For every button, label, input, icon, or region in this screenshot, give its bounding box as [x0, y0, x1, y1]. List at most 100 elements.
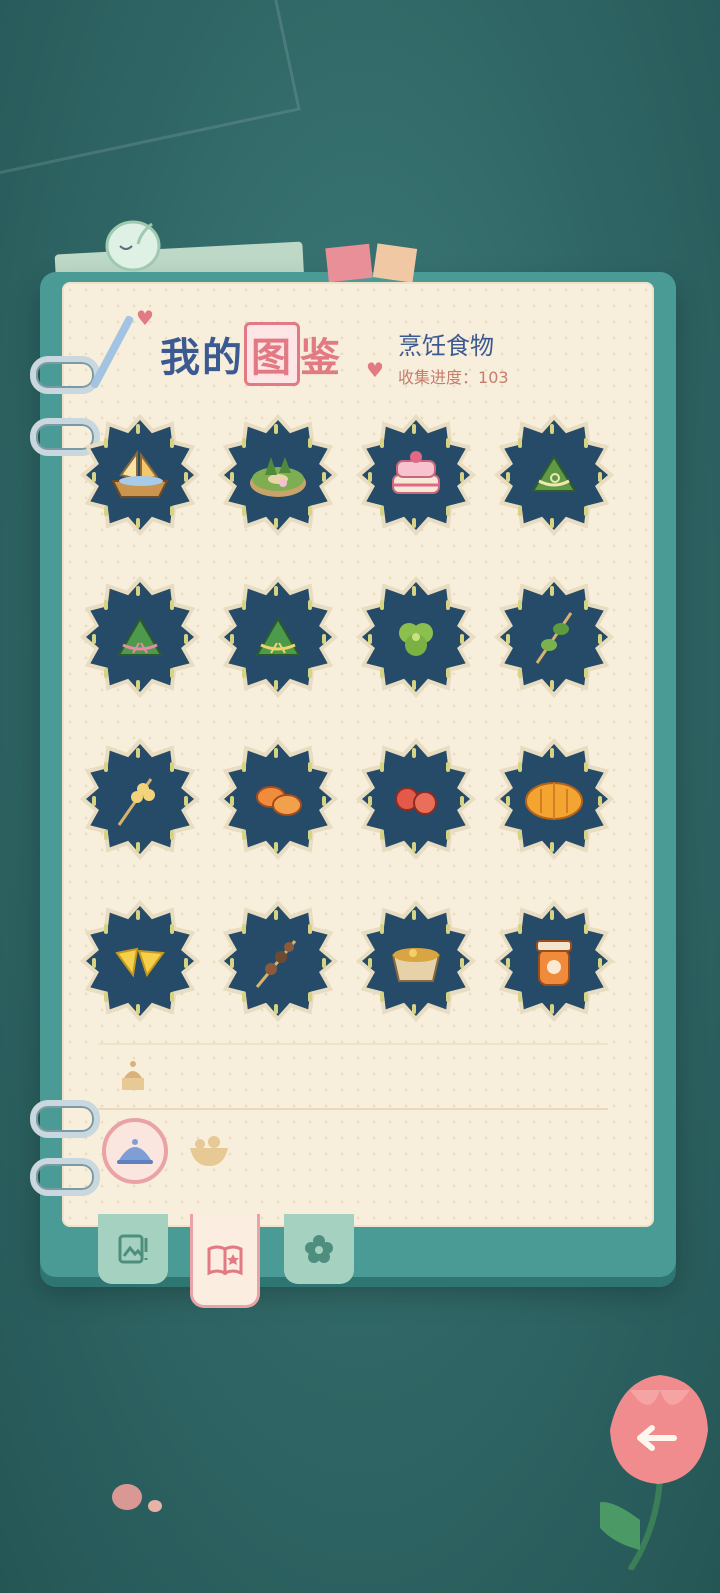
badge-tick-decoration [550, 748, 554, 758]
zongzi-pink-ribbon-icon [117, 617, 163, 656]
badge-tick-decoration [136, 910, 140, 920]
badge-tick-decoration [506, 634, 510, 644]
badge-tick-decoration [368, 958, 372, 968]
badge-tick-decoration [460, 958, 464, 968]
badge-tick-decoration [446, 830, 450, 840]
badge-tick-decoration [584, 668, 588, 678]
badge-tick-decoration [550, 910, 554, 920]
collection-item[interactable] [218, 414, 338, 536]
collection-item[interactable] [356, 414, 476, 536]
collection-item[interactable] [80, 576, 200, 698]
flower-bud-icon [105, 220, 161, 272]
jam-jar-icon [536, 940, 572, 986]
collection-item[interactable] [218, 576, 338, 698]
collection-item[interactable] [218, 738, 338, 860]
badge-tick-decoration [584, 830, 588, 840]
orange-cookies-icon [256, 786, 302, 816]
badge-tick-decoration [584, 506, 588, 516]
badge-tick-decoration [230, 958, 234, 968]
collection-item[interactable] [80, 900, 200, 1022]
badge-tick-decoration [104, 506, 108, 516]
soup-bowl-icon [391, 948, 441, 982]
badge-tick-decoration [380, 992, 384, 1002]
badge-tick-decoration [274, 424, 278, 434]
badge-tick-decoration [598, 958, 602, 968]
tab-collection[interactable] [190, 1214, 260, 1308]
badge-tick-decoration [92, 796, 96, 806]
badge-tick-decoration [322, 958, 326, 968]
collection-item[interactable] [494, 576, 614, 698]
collection-item[interactable] [494, 414, 614, 536]
badge-tick-decoration [460, 472, 464, 482]
collection-grid [80, 414, 640, 1022]
badge-tick-decoration [412, 1004, 416, 1014]
badge-tick-decoration [506, 958, 510, 968]
badge-tick-decoration [550, 680, 554, 690]
tulip-back-button[interactable] [600, 1370, 710, 1570]
badge-tick-decoration [550, 518, 554, 528]
badge-tick-decoration [92, 958, 96, 968]
snack-bowl-filter-icon[interactable] [184, 1130, 234, 1170]
badge-tick-decoration [242, 668, 246, 678]
badge-tick-decoration [230, 796, 234, 806]
badge-tick-decoration [322, 634, 326, 644]
heart-icon: ♥ [366, 358, 384, 382]
food-cloche-icon [117, 1139, 153, 1164]
badge-tick-decoration [460, 634, 464, 644]
badge-tick-decoration [412, 910, 416, 920]
collection-item[interactable] [356, 576, 476, 698]
badge-tick-decoration [518, 830, 522, 840]
badge-tick-decoration [242, 992, 246, 1002]
title-text: 鉴 [300, 335, 342, 381]
title-highlight-text: 图 [244, 322, 300, 386]
badge-tick-decoration [550, 586, 554, 596]
badge-tick-decoration [274, 1004, 278, 1014]
collection-item[interactable] [494, 900, 614, 1022]
collection-item[interactable] [218, 900, 338, 1022]
title-text: 我的 [160, 335, 244, 381]
badge-tick-decoration [184, 472, 188, 482]
progress-label: 收集进度： [398, 368, 479, 387]
badge-tick-decoration [308, 992, 312, 1002]
binder-ring [30, 356, 100, 394]
binder-ring [30, 1100, 100, 1138]
cake-filter-icon[interactable] [116, 1056, 150, 1096]
badge-tick-decoration [518, 506, 522, 516]
badge-tick-decoration [230, 634, 234, 644]
badge-tick-decoration [518, 992, 522, 1002]
badge-tick-decoration [460, 796, 464, 806]
collection-item[interactable] [80, 738, 200, 860]
ribbon-bookmark [325, 243, 373, 283]
badge-tick-decoration [274, 518, 278, 528]
zongzi-icon [531, 455, 577, 492]
badge-tick-decoration [170, 830, 174, 840]
pebble-decoration [148, 1500, 162, 1512]
badge-tick-decoration [518, 668, 522, 678]
cheese-slices-icon [115, 947, 165, 978]
collection-item[interactable] [356, 738, 476, 860]
badge-tick-decoration [170, 992, 174, 1002]
badge-tick-decoration [506, 472, 510, 482]
collection-item[interactable] [356, 900, 476, 1022]
badge-tick-decoration [274, 586, 278, 596]
pumpkin-cake-icon [525, 782, 583, 820]
badge-tick-decoration [506, 796, 510, 806]
matcha-wreath-cake-icon [250, 457, 306, 497]
cooked-food-filter-button[interactable] [102, 1118, 168, 1184]
tab-flower[interactable] [284, 1214, 354, 1284]
badge-tick-decoration [598, 472, 602, 482]
badge-tick-decoration [308, 506, 312, 516]
collection-item[interactable] [494, 738, 614, 860]
corn-skewer-icon [117, 778, 155, 826]
badge-tick-decoration [380, 668, 384, 678]
badge-tick-decoration [136, 1004, 140, 1014]
badge-tick-decoration [136, 518, 140, 528]
red-flower-cookies-icon [395, 787, 437, 815]
collection-item[interactable] [80, 414, 200, 536]
divider [98, 1108, 608, 1110]
collection-progress: 收集进度：103 [398, 364, 509, 388]
tab-album[interactable] [98, 1214, 168, 1284]
badge-tick-decoration [322, 796, 326, 806]
badge-tick-decoration [136, 424, 140, 434]
badge-tick-decoration [584, 992, 588, 1002]
